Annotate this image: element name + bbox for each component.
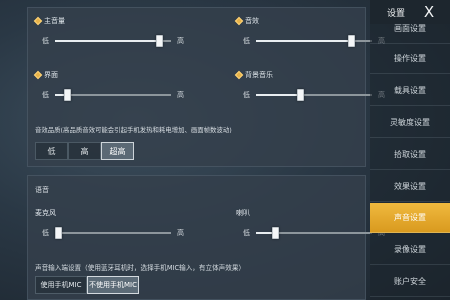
sfx-volume-header: 音效 — [234, 14, 259, 28]
menu-item-vehicle[interactable]: 载具设置 — [370, 76, 450, 106]
settings-header: 设置 X — [370, 0, 450, 24]
close-icon[interactable]: X — [419, 1, 439, 23]
slider-low-label: 低 — [42, 37, 49, 45]
slider-fill — [256, 40, 351, 42]
slider-track[interactable] — [256, 227, 372, 239]
slider-fill — [256, 94, 300, 96]
diamond-icon — [234, 70, 244, 80]
slider-high-label: 高 — [177, 91, 184, 99]
ui-volume-label: 界面 — [44, 71, 58, 79]
slider-track[interactable] — [55, 227, 171, 239]
master-volume-header: 主音量 — [33, 14, 65, 28]
menu-item-pickup[interactable]: 拾取设置 — [370, 140, 450, 170]
slider-low-label: 低 — [243, 229, 250, 237]
slider-track[interactable] — [256, 35, 372, 47]
audio-panel: 主音量 低 高 音效 低 高 界面 — [27, 7, 385, 167]
settings-side-menu: 画面设置 操作设置 载具设置 灵敏度设置 拾取设置 效果设置 声音设置 录像设置… — [370, 0, 450, 300]
ui-volume-slider-block: 界面 低 高 — [33, 68, 195, 106]
speaker-volume-label: 喇叭 — [236, 209, 250, 217]
settings-screen: 主音量 低 高 音效 低 高 界面 — [0, 0, 450, 300]
settings-title: 设置 — [387, 9, 406, 19]
sound-quality-label: 音效品质(高品质音效可能会引起手机发热和耗电增加、画面帧数波动) — [35, 126, 232, 134]
mic-input-selector: 使用手机MIC 不使用手机MIC — [35, 276, 139, 294]
slider-thumb[interactable] — [156, 35, 163, 47]
quality-option-low[interactable]: 低 — [35, 142, 68, 160]
slider-low-label: 低 — [243, 91, 250, 99]
slider-track[interactable] — [55, 89, 171, 101]
menu-item-effects[interactable]: 效果设置 — [370, 172, 450, 202]
bgm-volume-label: 背景音乐 — [245, 71, 273, 79]
menu-item-replay[interactable]: 录像设置 — [370, 235, 450, 265]
ui-volume-header: 界面 — [33, 68, 58, 82]
sfx-volume-label: 音效 — [245, 17, 259, 25]
slider-thumb[interactable] — [297, 89, 304, 101]
diamond-icon — [33, 70, 43, 80]
quality-option-ultra[interactable]: 超高 — [101, 142, 134, 160]
sound-quality-selector: 低 高 超高 — [35, 142, 134, 160]
menu-item-controls[interactable]: 操作设置 — [370, 44, 450, 74]
menu-item-account-security[interactable]: 账户安全 — [370, 267, 450, 297]
no-phone-mic-button[interactable]: 不使用手机MIC — [87, 276, 139, 294]
speaker-volume-header: 喇叭 — [236, 206, 250, 220]
slider-thumb[interactable] — [272, 227, 279, 239]
mic-volume-header: 麦克风 — [35, 206, 56, 220]
slider-low-label: 低 — [42, 91, 49, 99]
mic-volume-slider[interactable]: 低 高 — [35, 226, 195, 240]
slider-thumb[interactable] — [64, 89, 71, 101]
ui-volume-slider[interactable]: 低 高 — [35, 88, 195, 102]
slider-low-label: 低 — [42, 229, 49, 237]
mic-volume-label: 麦克风 — [35, 209, 56, 217]
use-phone-mic-button[interactable]: 使用手机MIC — [35, 276, 87, 294]
slider-high-label: 高 — [177, 229, 184, 237]
slider-thumb[interactable] — [55, 227, 62, 239]
bgm-volume-header: 背景音乐 — [234, 68, 273, 82]
slider-thumb[interactable] — [348, 35, 355, 47]
master-volume-slider-block: 主音量 低 高 — [33, 14, 195, 52]
mic-input-label: 声音输入端设置（使用蓝牙耳机时，选择手机MIC输入，有立体声效果） — [35, 264, 246, 272]
menu-item-sensitivity[interactable]: 灵敏度设置 — [370, 108, 450, 138]
mic-volume-slider-block: 麦克风 低 高 — [35, 206, 195, 244]
master-volume-label: 主音量 — [44, 17, 65, 25]
master-volume-slider[interactable]: 低 高 — [35, 34, 195, 48]
diamond-icon — [234, 16, 244, 26]
voice-panel: 语音 麦克风 低 高 喇叭 低 高 声音输入端设置（使用蓝牙耳机时，选择手机MI… — [27, 175, 385, 300]
menu-item-sound[interactable]: 声音设置 — [370, 203, 450, 233]
slider-track[interactable] — [256, 89, 372, 101]
quality-option-high[interactable]: 高 — [68, 142, 101, 160]
slider-fill — [55, 40, 159, 42]
slider-track[interactable] — [55, 35, 171, 47]
slider-low-label: 低 — [243, 37, 250, 45]
diamond-icon — [33, 16, 43, 26]
slider-high-label: 高 — [177, 37, 184, 45]
voice-section-title: 语音 — [35, 186, 49, 194]
